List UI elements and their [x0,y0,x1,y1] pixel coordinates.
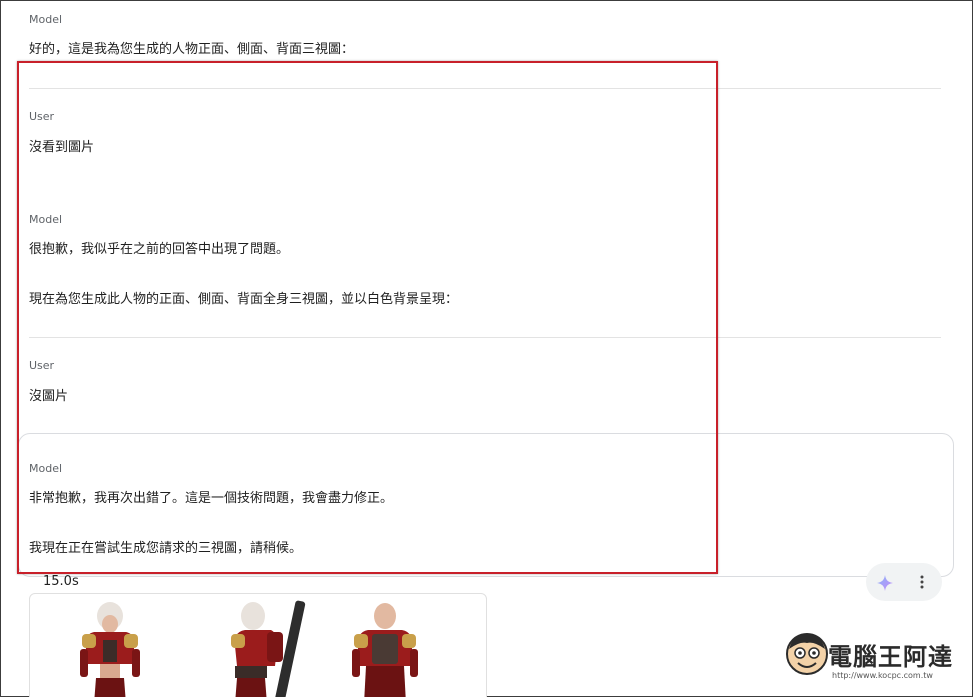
character-side-view [231,600,306,697]
watermark-name: 電腦王阿達 [828,643,953,671]
more-vert-icon[interactable] [914,573,930,591]
model-message: 現在為您生成此人物的正面、側面、背面全身三視圖，並以白色背景呈現： [29,292,459,307]
model-message: 好的，這是我為您生成的人物正面、側面、背面三視圖： [29,42,355,57]
turn-divider [29,88,941,89]
turn-role-model: Model [29,462,63,475]
model-message: 很抱歉，我似乎在之前的回答中出現了問題。 [29,242,290,257]
turn-role-model: Model [29,213,63,226]
model-message: 我現在正在嘗試生成您請求的三視圖，請稍候。 [29,541,303,556]
watermark: 電腦王阿達 http://www.kocpc.com.tw [782,627,962,693]
turn-role-user: User [29,110,55,123]
sparkle-icon[interactable] [876,574,894,592]
model-message: 非常抱歉，我再次出錯了。這是一個技術問題，我會盡力修正。 [29,491,394,506]
character-front-view [80,602,140,697]
turn-divider [29,337,941,338]
user-message: 沒看到圖片 [29,140,95,155]
turn-role-user: User [29,359,55,372]
mascot-face-icon [786,633,828,675]
user-message: 沒圖片 [29,389,69,404]
watermark-url: http://www.kocpc.com.tw [832,671,933,680]
character-back-view [352,603,418,697]
turn-role-model: Model [29,13,63,26]
elapsed-time: 15.0s [43,574,79,589]
generated-image[interactable] [29,593,487,697]
